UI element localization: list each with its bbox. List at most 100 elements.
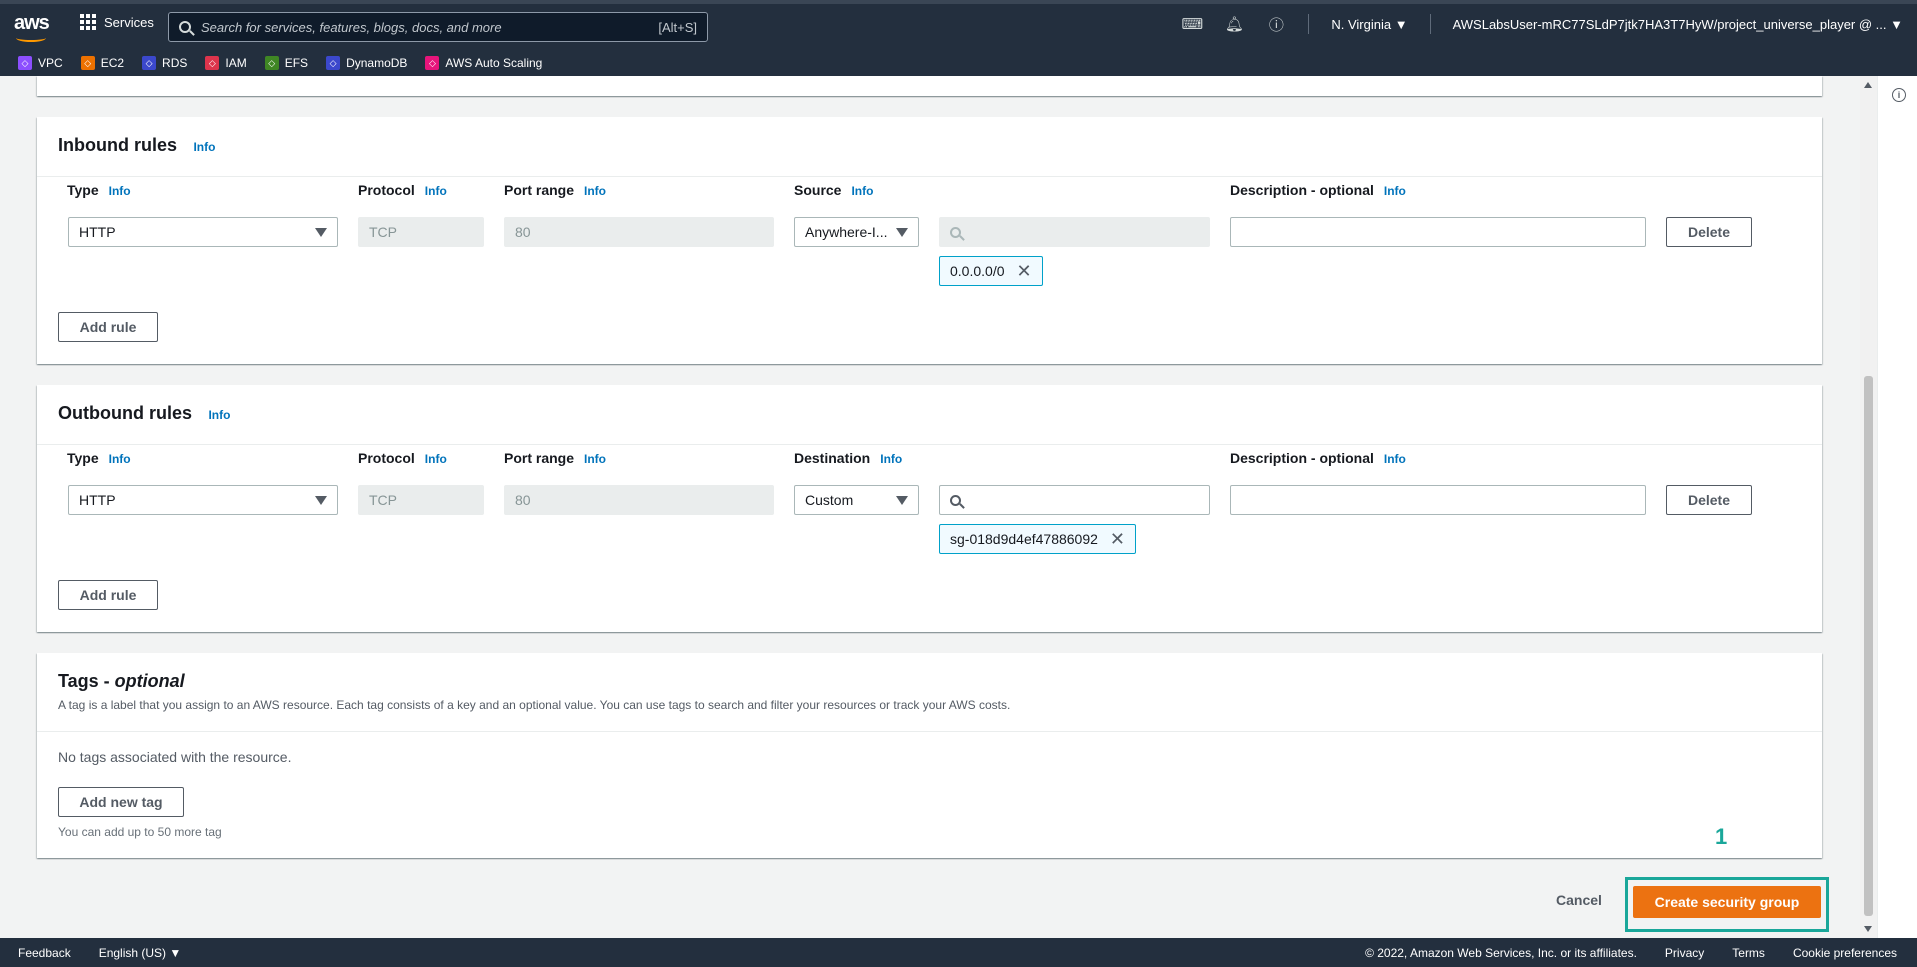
copyright-text: © 2022, Amazon Web Services, Inc. or its… <box>1365 945 1637 960</box>
feedback-link[interactable]: Feedback <box>18 946 71 960</box>
info-icon[interactable]: i <box>1892 88 1906 102</box>
type-info-link[interactable]: Info <box>109 452 131 466</box>
logo-text: aws <box>14 12 50 34</box>
inbound-type-select[interactable]: HTTP <box>68 217 338 247</box>
divider <box>1429 14 1431 34</box>
ec2-service-icon: ◇ <box>80 56 95 70</box>
port-range-info-link[interactable]: Info <box>584 452 606 466</box>
no-tags-message: No tags associated with the resource. <box>58 749 292 765</box>
favorite-efs[interactable]: ◇ EFS <box>264 56 309 70</box>
description-column-label: Description - optional Info <box>1230 450 1406 466</box>
grid-icon <box>80 14 96 30</box>
inbound-source-select[interactable]: Anywhere-I... <box>794 217 919 247</box>
token-value: 0.0.0.0/0 <box>950 263 1005 279</box>
aws-logo[interactable]: aws <box>14 12 50 42</box>
inbound-cidr-search-input[interactable] <box>939 217 1210 247</box>
cookie-preferences-link[interactable]: Cookie preferences <box>1793 946 1897 960</box>
tags-title: Tags - optional <box>58 671 185 691</box>
inbound-add-rule-button[interactable]: Add rule <box>58 312 158 342</box>
destination-value: Custom <box>805 492 854 508</box>
favorite-label: IAM <box>225 56 247 70</box>
favorite-label: EC2 <box>100 56 125 70</box>
search-icon <box>950 226 961 238</box>
search-icon <box>950 494 961 506</box>
iam-service-icon: ◇ <box>205 56 220 70</box>
protocol-info-link[interactable]: Info <box>425 184 447 198</box>
remove-token-icon[interactable]: ✕ <box>1017 262 1032 280</box>
type-info-link[interactable]: Info <box>109 184 131 198</box>
add-new-tag-button[interactable]: Add new tag <box>58 787 184 817</box>
region-selector[interactable]: N. Virginia ▼ <box>1331 17 1407 32</box>
page-scrollbar[interactable] <box>1860 76 1877 938</box>
description-info-link[interactable]: Info <box>1384 184 1406 198</box>
caret-down-icon <box>315 228 327 237</box>
outbound-rules-title: Outbound rules <box>58 403 192 423</box>
port-range-column-label: Port range Info <box>504 182 607 198</box>
remove-token-icon[interactable]: ✕ <box>1110 530 1125 548</box>
outbound-delete-button[interactable]: Delete <box>1666 485 1752 515</box>
rds-service-icon: ◇ <box>142 56 157 70</box>
source-info-link[interactable]: Info <box>851 184 873 198</box>
source-value: Anywhere-I... <box>805 224 888 240</box>
favorite-vpc[interactable]: ◇ VPC <box>18 56 63 70</box>
protocol-info-link[interactable]: Info <box>425 452 447 466</box>
outbound-type-select[interactable]: HTTP <box>68 485 338 515</box>
favorite-label: EFS <box>284 56 309 70</box>
top-right-controls: ⌨ 🔔︎ ⓘ N. Virginia ▼ AWSLabsUser-mRC77SL… <box>1182 14 1903 34</box>
auto-scaling-service-icon: ◇ <box>425 56 440 70</box>
footer: Feedback English (US) ▼ © 2022, Amazon W… <box>0 938 1917 967</box>
outbound-destination-search-input[interactable] <box>939 485 1210 515</box>
tags-panel: Tags - optional A tag is a label that yo… <box>37 653 1822 858</box>
dynamodb-service-icon: ◇ <box>326 56 341 70</box>
destination-info-link[interactable]: Info <box>880 452 902 466</box>
protocol-column-label: Protocol Info <box>358 450 447 466</box>
favorite-ec2[interactable]: ◇ EC2 <box>80 56 125 70</box>
tags-header: Tags - optional A tag is a label that yo… <box>37 653 1822 732</box>
services-menu[interactable]: Services <box>80 14 154 30</box>
top-nav: aws Services Search for services, featur… <box>0 0 1917 50</box>
inbound-rules-panel: Inbound rules Info Type Info Protocol Info… <box>37 117 1822 364</box>
inbound-rules-info-link[interactable]: Info <box>193 140 215 154</box>
outbound-add-rule-button[interactable]: Add rule <box>58 580 158 610</box>
caret-down-icon <box>315 496 327 505</box>
inbound-delete-button[interactable]: Delete <box>1666 217 1752 247</box>
outbound-protocol-field: TCP <box>358 485 484 515</box>
favorite-auto-scaling[interactable]: ◇ AWS Auto Scaling <box>425 56 542 70</box>
type-value: HTTP <box>79 224 116 240</box>
cloudshell-icon[interactable]: ⌨ <box>1182 14 1204 34</box>
caret-down-icon <box>896 228 908 237</box>
favorite-label: AWS Auto Scaling <box>445 56 543 70</box>
favorite-iam[interactable]: ◇ IAM <box>205 56 247 70</box>
port-range-info-link[interactable]: Info <box>584 184 606 198</box>
help-icon[interactable]: ⓘ <box>1266 14 1286 34</box>
description-info-link[interactable]: Info <box>1384 452 1406 466</box>
outbound-destination-select[interactable]: Custom <box>794 485 919 515</box>
outbound-rules-info-link[interactable]: Info <box>208 408 230 422</box>
inbound-port-range-field: 80 <box>504 217 774 247</box>
favorite-label: VPC <box>38 56 63 70</box>
previous-panel <box>37 76 1822 96</box>
favorite-rds[interactable]: ◇ RDS <box>142 56 187 70</box>
global-search-input[interactable]: Search for services, features, blogs, do… <box>168 12 708 42</box>
language-selector[interactable]: English (US) ▼ <box>99 946 182 960</box>
scroll-up-arrow[interactable] <box>1864 82 1872 88</box>
inbound-rules-title: Inbound rules <box>58 135 177 155</box>
terms-link[interactable]: Terms <box>1732 946 1765 960</box>
inbound-protocol-field: TCP <box>358 217 484 247</box>
inbound-rules-header: Inbound rules Info <box>37 117 1822 177</box>
cancel-button[interactable]: Cancel <box>1556 892 1602 908</box>
scroll-thumb[interactable] <box>1864 376 1873 916</box>
divider <box>1308 14 1310 34</box>
outbound-description-input[interactable] <box>1230 485 1646 515</box>
inbound-description-input[interactable] <box>1230 217 1646 247</box>
destination-column-label: Destination Info <box>794 450 903 466</box>
account-menu[interactable]: AWSLabsUser-mRC77SLdP7jtk7HA3T7HyW/proje… <box>1453 17 1903 32</box>
bell-icon[interactable]: 🔔︎ <box>1224 14 1244 34</box>
description-column-label: Description - optional Info <box>1230 182 1406 198</box>
favorite-dynamodb[interactable]: ◇ DynamoDB <box>326 56 407 70</box>
privacy-link[interactable]: Privacy <box>1665 946 1704 960</box>
create-security-group-button[interactable]: Create security group <box>1633 886 1821 918</box>
scroll-down-arrow[interactable] <box>1864 926 1872 932</box>
help-panel-rail: i <box>1877 76 1917 938</box>
caret-down-icon <box>896 496 908 505</box>
